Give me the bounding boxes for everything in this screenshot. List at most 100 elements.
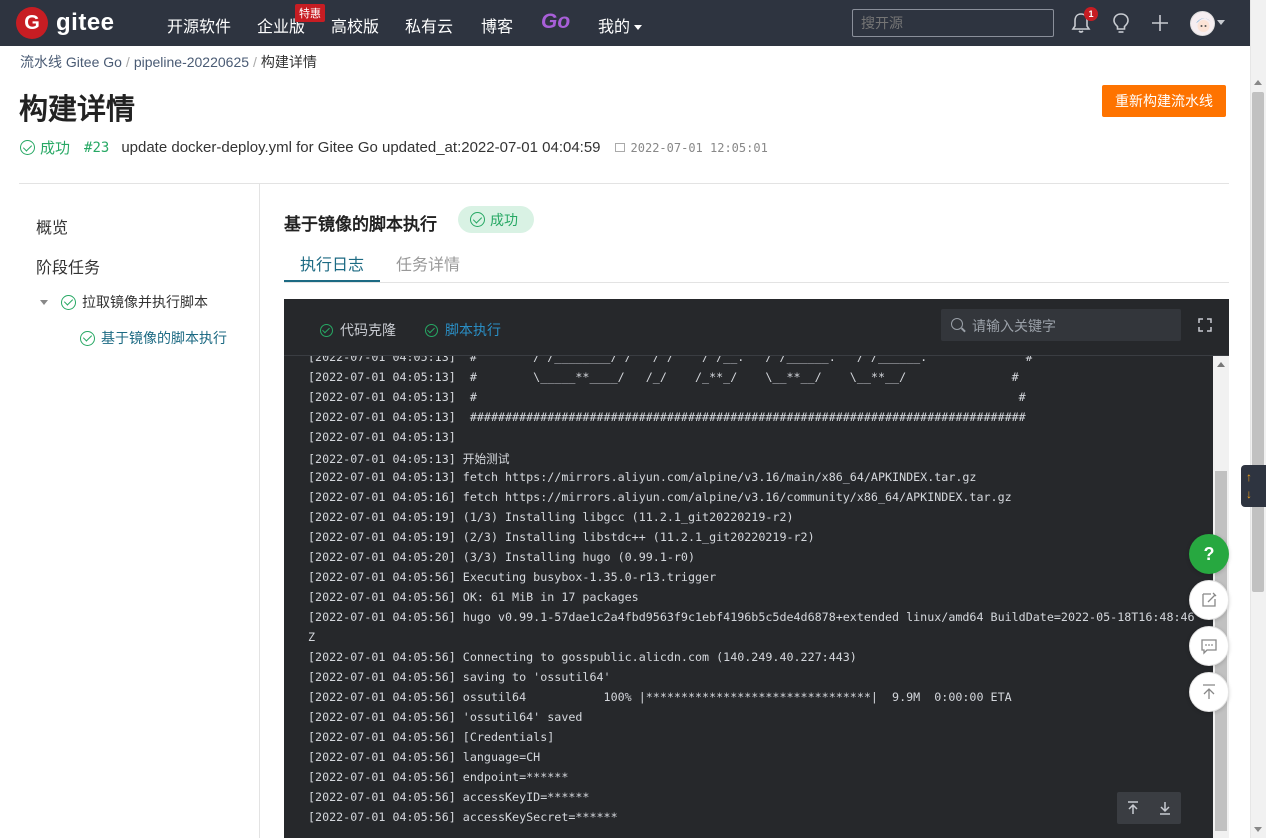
- log-line: [2022-07-01 04:05:13] # #: [308, 390, 1026, 404]
- lightbulb-icon[interactable]: [1111, 12, 1131, 34]
- rebuild-pipeline-button[interactable]: 重新构建流水线: [1102, 85, 1226, 117]
- arrow-down-to-bottom-icon: [1160, 802, 1170, 815]
- divider: [19, 183, 1229, 184]
- log-line: [2022-07-01 04:05:56] language=CH: [308, 750, 541, 764]
- log-line: [2022-07-01 04:05:13]: [308, 430, 456, 444]
- sidebar-item-stage-tasks[interactable]: 阶段任务: [36, 254, 100, 278]
- breadcrumb-pipeline-list[interactable]: 流水线 Gitee Go: [20, 54, 122, 70]
- log-line: [2022-07-01 04:05:56] Executing busybox-…: [308, 570, 717, 584]
- breadcrumb: 流水线 Gitee Go / pipeline-20220625/构建详情: [20, 52, 317, 72]
- nav-education[interactable]: 高校版: [331, 13, 379, 37]
- scroll-up-arrow-icon[interactable]: [1217, 362, 1225, 367]
- commit-time: 2022-07-01 12:05:01: [630, 140, 768, 155]
- enterprise-promo-badge: 特惠: [295, 4, 325, 22]
- caret-down-icon[interactable]: [40, 299, 48, 305]
- edit-icon: [1202, 592, 1217, 607]
- nav-mine[interactable]: 我的: [598, 13, 643, 37]
- log-line: [2022-07-01 04:05:56] [Credentials]: [308, 730, 555, 744]
- step-script-execution[interactable]: 脚本执行: [425, 320, 501, 340]
- log-nav-buttons: [1117, 792, 1181, 824]
- job-status-text: 成功: [490, 211, 518, 228]
- back-to-top-button[interactable]: [1189, 672, 1229, 712]
- arrow-up-to-top-icon: [1203, 684, 1215, 699]
- log-line: [2022-07-01 04:05:13] fetch https://mirr…: [308, 470, 977, 484]
- breadcrumb-current: 构建详情: [260, 54, 317, 70]
- nav-blog[interactable]: 博客: [481, 13, 513, 37]
- plus-icon[interactable]: [1150, 12, 1170, 34]
- feedback-edit-button[interactable]: [1189, 580, 1229, 620]
- active-tab-indicator: [284, 280, 380, 282]
- check-circle-icon: [61, 294, 76, 310]
- sidebar-stage[interactable]: 拉取镜像并执行脚本: [40, 292, 208, 312]
- scroll-down-arrow-icon[interactable]: [1254, 827, 1262, 832]
- fullscreen-icon[interactable]: [1198, 318, 1212, 332]
- calendar-icon: [614, 143, 625, 152]
- check-circle-icon: [20, 140, 35, 155]
- log-line: [2022-07-01 04:05:13] 开始测试: [308, 452, 510, 466]
- chevron-down-icon[interactable]: [1217, 20, 1225, 25]
- breadcrumb-separator: /: [253, 54, 257, 70]
- search-icon: [951, 318, 963, 330]
- sidebar-item-overview[interactable]: 概览: [36, 214, 68, 238]
- page-scrollbar-thumb[interactable]: [1252, 92, 1264, 592]
- avatar-image: [1191, 12, 1214, 35]
- check-circle-icon: [80, 330, 95, 346]
- sidebar-job[interactable]: 基于镜像的脚本执行: [80, 328, 227, 348]
- notification-count-badge: 1: [1084, 7, 1098, 21]
- log-line: [2022-07-01 04:05:20] (3/3) Installing h…: [308, 550, 696, 564]
- scroll-to-top-log-button[interactable]: [1117, 792, 1149, 824]
- commit-message[interactable]: update docker-deploy.yml for Gitee Go up…: [121, 139, 600, 156]
- step-label: 脚本执行: [445, 322, 501, 338]
- stage-label: 拉取镜像并执行脚本: [82, 294, 208, 310]
- search-input[interactable]: [852, 9, 1054, 37]
- log-line: [2022-07-01 04:05:16] fetch https://mirr…: [308, 490, 1012, 504]
- log-line: [2022-07-01 04:05:13] # \_____**____/ /_…: [308, 370, 1019, 384]
- divider: [259, 183, 260, 838]
- comment-button[interactable]: [1189, 626, 1229, 666]
- log-line: [2022-07-01 04:05:56] accessKeyID=******: [308, 790, 590, 804]
- log-line: [2022-07-01 04:05:56] Connecting to goss…: [308, 650, 857, 664]
- job-label: 基于镜像的脚本执行: [101, 330, 227, 346]
- step-label: 代码克隆: [340, 322, 396, 338]
- check-circle-icon: [470, 212, 485, 227]
- log-search-placeholder: 请输入关键字: [972, 318, 1056, 334]
- side-scroll-widget[interactable]: ↑ ↓: [1241, 465, 1266, 507]
- nav-private-cloud[interactable]: 私有云: [405, 13, 453, 37]
- logo-text: gitee: [56, 9, 115, 36]
- build-number[interactable]: #23: [84, 140, 109, 156]
- log-line: [2022-07-01 04:05:56] endpoint=******: [308, 770, 569, 784]
- build-summary: 成功 #23 update docker-deploy.yml for Gite…: [20, 137, 768, 158]
- log-line: [2022-07-01 04:05:56] hugo v0.99.1-57dae…: [308, 610, 1195, 624]
- scroll-up-arrow-icon[interactable]: [1254, 80, 1262, 85]
- nav-mine-label: 我的: [598, 19, 631, 36]
- log-console-header: 代码克隆 脚本执行 请输入关键字: [284, 299, 1229, 356]
- help-button[interactable]: ?: [1189, 534, 1229, 574]
- arrow-up-icon[interactable]: ↑: [1246, 469, 1266, 486]
- nav-gitee-go[interactable]: Go: [541, 10, 570, 34]
- user-avatar[interactable]: [1190, 11, 1215, 36]
- breadcrumb-separator: /: [125, 54, 130, 70]
- arrow-up-to-top-icon: [1128, 801, 1138, 814]
- log-body[interactable]: [2022-07-01 04:05:13] # / /________/ / /…: [284, 356, 1212, 838]
- page-title: 构建详情: [19, 94, 136, 126]
- job-title: 基于镜像的脚本执行: [284, 215, 437, 234]
- log-line: [2022-07-01 04:05:56] saving to 'ossutil…: [308, 670, 611, 684]
- log-line: [2022-07-01 04:05:56] OK: 61 MiB in 17 p…: [308, 590, 639, 604]
- log-line: [2022-07-01 04:05:13] # / /________/ / /…: [308, 356, 1033, 364]
- tab-execution-log[interactable]: 执行日志: [300, 251, 364, 275]
- scroll-to-bottom-log-button[interactable]: [1149, 792, 1181, 824]
- comment-icon: [1201, 639, 1217, 655]
- gitee-logo-icon: G: [16, 7, 48, 39]
- tab-task-details[interactable]: 任务详情: [396, 251, 460, 275]
- breadcrumb-pipeline[interactable]: pipeline-20220625: [134, 54, 249, 70]
- log-line: [2022-07-01 04:05:13] ##################…: [308, 410, 1026, 424]
- log-search-input[interactable]: 请输入关键字: [941, 309, 1181, 341]
- log-line: [2022-07-01 04:05:19] (1/3) Installing l…: [308, 510, 794, 524]
- arrow-down-icon[interactable]: ↓: [1246, 486, 1266, 503]
- step-code-clone[interactable]: 代码克隆: [320, 320, 396, 340]
- nav-open-source[interactable]: 开源软件: [167, 13, 231, 37]
- top-navbar: G gitee 开源软件 企业版 特惠 高校版 私有云 博客 Go 我的 1: [0, 0, 1250, 46]
- gitee-logo[interactable]: G gitee: [16, 7, 115, 39]
- chevron-down-icon: [634, 25, 643, 31]
- check-circle-icon: [425, 323, 438, 337]
